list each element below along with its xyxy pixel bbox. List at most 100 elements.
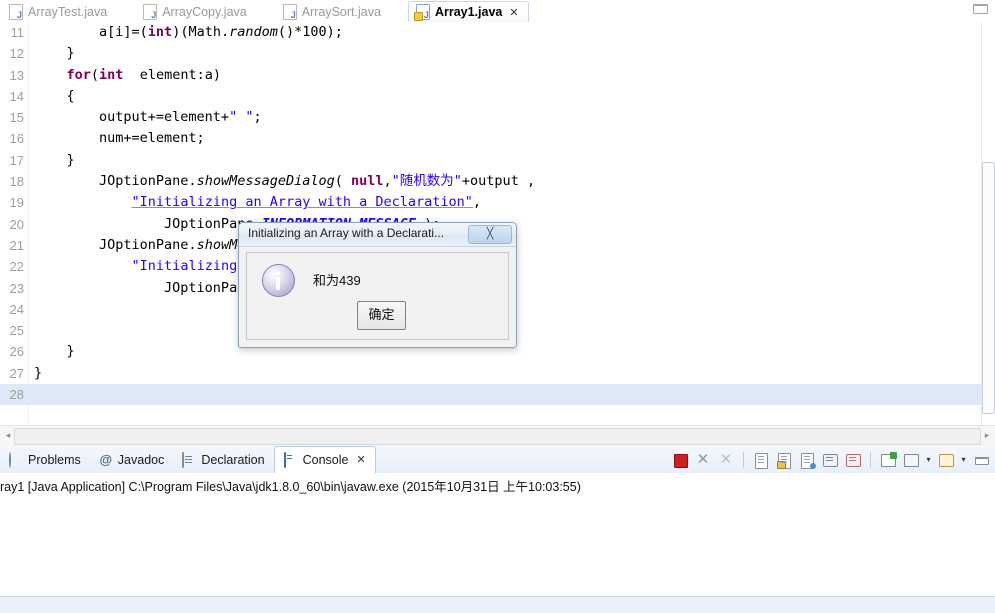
method-show: showMessageDialog: [196, 173, 335, 190]
line-number: 13: [9, 67, 24, 83]
keyword-null: null: [351, 173, 384, 190]
keyword-int: int: [99, 66, 124, 83]
tab-console[interactable]: Console ✕: [273, 445, 376, 474]
bottom-tab-bar: Problems @ Javadoc Declaration Console ✕: [0, 445, 995, 474]
editor-horizontal-scrollbar[interactable]: ◂ ▸: [0, 425, 995, 446]
scrollbar-thumb[interactable]: [982, 162, 995, 414]
line-content: }: [34, 45, 75, 62]
dialog-close-button[interactable]: ╳: [468, 225, 512, 244]
scroll-right-arrow-icon[interactable]: ▸: [981, 429, 993, 442]
pin-console-button[interactable]: [797, 450, 817, 470]
close-icon[interactable]: ✕: [509, 6, 518, 19]
eclipse-window: ArrayTest.java ArrayCopy.java ArraySort.…: [0, 0, 995, 613]
problems-icon: [9, 451, 23, 468]
console-bottom-bar: [0, 596, 995, 613]
code-line: 16 num+=element;: [0, 128, 995, 149]
message-dialog[interactable]: Initializing an Array with a Declarati..…: [238, 222, 517, 348]
info-icon: [262, 264, 295, 297]
line-content: output+=element+" ";: [34, 109, 262, 126]
line-content: {: [34, 87, 75, 104]
ok-button[interactable]: 确定: [357, 301, 406, 330]
javadoc-icon: @: [99, 451, 113, 467]
toolbar-divider: [870, 452, 871, 468]
display-console-button[interactable]: [901, 450, 921, 470]
line-content: JOptionPane.showMessageDialog( null,"随机数…: [34, 173, 536, 190]
declaration-icon: [182, 451, 196, 468]
bottom-view: Problems @ Javadoc Declaration Console ✕: [0, 445, 995, 613]
code-line: 17 }: [0, 150, 995, 171]
line-content: for(int element:a): [66, 66, 221, 83]
line-content: a[i]=(int)(Math.random()*100);: [34, 24, 343, 40]
line-number: 17: [9, 152, 24, 168]
editor-tab-bar: ArrayTest.java ArrayCopy.java ArraySort.…: [0, 0, 995, 22]
editor-tab-arraytest[interactable]: ArrayTest.java: [2, 2, 116, 22]
editor-vertical-scrollbar[interactable]: [981, 22, 995, 425]
minimize-editor-button[interactable]: [973, 4, 988, 15]
line-number: 14: [9, 88, 24, 104]
line-number: 15: [9, 110, 24, 126]
keyword-int: int: [147, 24, 173, 40]
close-icon: ✕: [696, 451, 710, 468]
line-number: 20: [9, 216, 24, 232]
code-line: 11 a[i]=(int)(Math.random()*100);: [0, 22, 995, 43]
line-number: 11: [10, 25, 25, 40]
line-number: 25: [9, 323, 24, 339]
editor-tab-array1[interactable]: Array1.java ✕: [407, 1, 529, 22]
line-number: 12: [9, 46, 24, 62]
line-number: 19: [9, 195, 24, 211]
bottom-tab-label: Declaration: [201, 452, 265, 467]
line-content: }: [34, 364, 43, 381]
chevron-down-icon[interactable]: ▾: [924, 453, 933, 467]
java-file-warning-icon: [413, 4, 430, 21]
console-toolbar: ✕ ✕ ▾ ▾: [670, 448, 991, 472]
line-number: 26: [9, 344, 24, 360]
new-console-view-button[interactable]: [878, 450, 898, 470]
scrollbar-thumb[interactable]: [14, 428, 981, 445]
code-line: 14 {: [0, 86, 995, 107]
console-status-line: ray1 [Java Application] C:\Program Files…: [0, 480, 581, 494]
code-line: 13 for(int element:a): [0, 65, 995, 86]
tab-problems[interactable]: Problems: [0, 447, 90, 473]
editor-tab-label: ArrayTest.java: [28, 5, 108, 19]
line-number: 28: [9, 387, 24, 403]
code-line-current: 28: [0, 384, 995, 406]
chevron-down-icon[interactable]: ▾: [959, 453, 968, 467]
tab-javadoc[interactable]: @ Javadoc: [90, 447, 174, 473]
clear-console-button[interactable]: [751, 450, 771, 470]
terminate-button[interactable]: [670, 450, 690, 470]
code-line: 19 "Initializing an Array with a Declara…: [0, 192, 995, 213]
remove-launch-button[interactable]: ✕: [693, 450, 713, 470]
editor-tab-arraycopy[interactable]: ArrayCopy.java: [136, 2, 256, 22]
tab-declaration[interactable]: Declaration: [173, 447, 273, 473]
editor-tab-label: Array1.java: [434, 5, 503, 19]
java-file-icon: [9, 4, 23, 20]
toolbar-divider: [743, 452, 744, 468]
console-output[interactable]: ray1 [Java Application] C:\Program Files…: [0, 473, 995, 613]
editor-tab-strip: ArrayTest.java ArrayCopy.java ArraySort.…: [0, 0, 529, 22]
dialog-title: Initializing an Array with a Declarati..…: [248, 226, 445, 240]
open-console-dropdown-button[interactable]: [936, 450, 956, 470]
editor-tab-arraysort[interactable]: ArraySort.java: [276, 2, 390, 22]
line-number: 18: [9, 174, 24, 190]
display-selected-console-button[interactable]: [820, 450, 840, 470]
bottom-tab-label: Javadoc: [117, 452, 165, 467]
editor-tab-label: ArrayCopy.java: [162, 5, 247, 19]
line-number: 27: [9, 365, 24, 381]
dialog-message: 和为439: [313, 273, 361, 288]
minimize-view-button[interactable]: [971, 450, 991, 470]
open-console-button[interactable]: [843, 450, 863, 470]
code-line: 27 }: [0, 363, 995, 384]
line-content: }: [34, 343, 75, 360]
dialog-content-panel: 和为439 确定: [246, 252, 509, 340]
remove-all-terminated-button[interactable]: ✕: [716, 450, 736, 470]
line-number: 16: [9, 131, 24, 147]
line-number: 23: [9, 280, 24, 296]
scroll-lock-button[interactable]: [774, 450, 794, 470]
string-random: "随机数为": [391, 173, 462, 190]
close-icon[interactable]: ✕: [356, 453, 365, 466]
method-random: random: [229, 24, 278, 40]
scroll-left-arrow-icon[interactable]: ◂: [2, 429, 14, 442]
bottom-tab-strip: Problems @ Javadoc Declaration Console ✕: [0, 445, 376, 474]
line-number: 21: [9, 237, 24, 253]
line-content: }: [34, 151, 75, 168]
